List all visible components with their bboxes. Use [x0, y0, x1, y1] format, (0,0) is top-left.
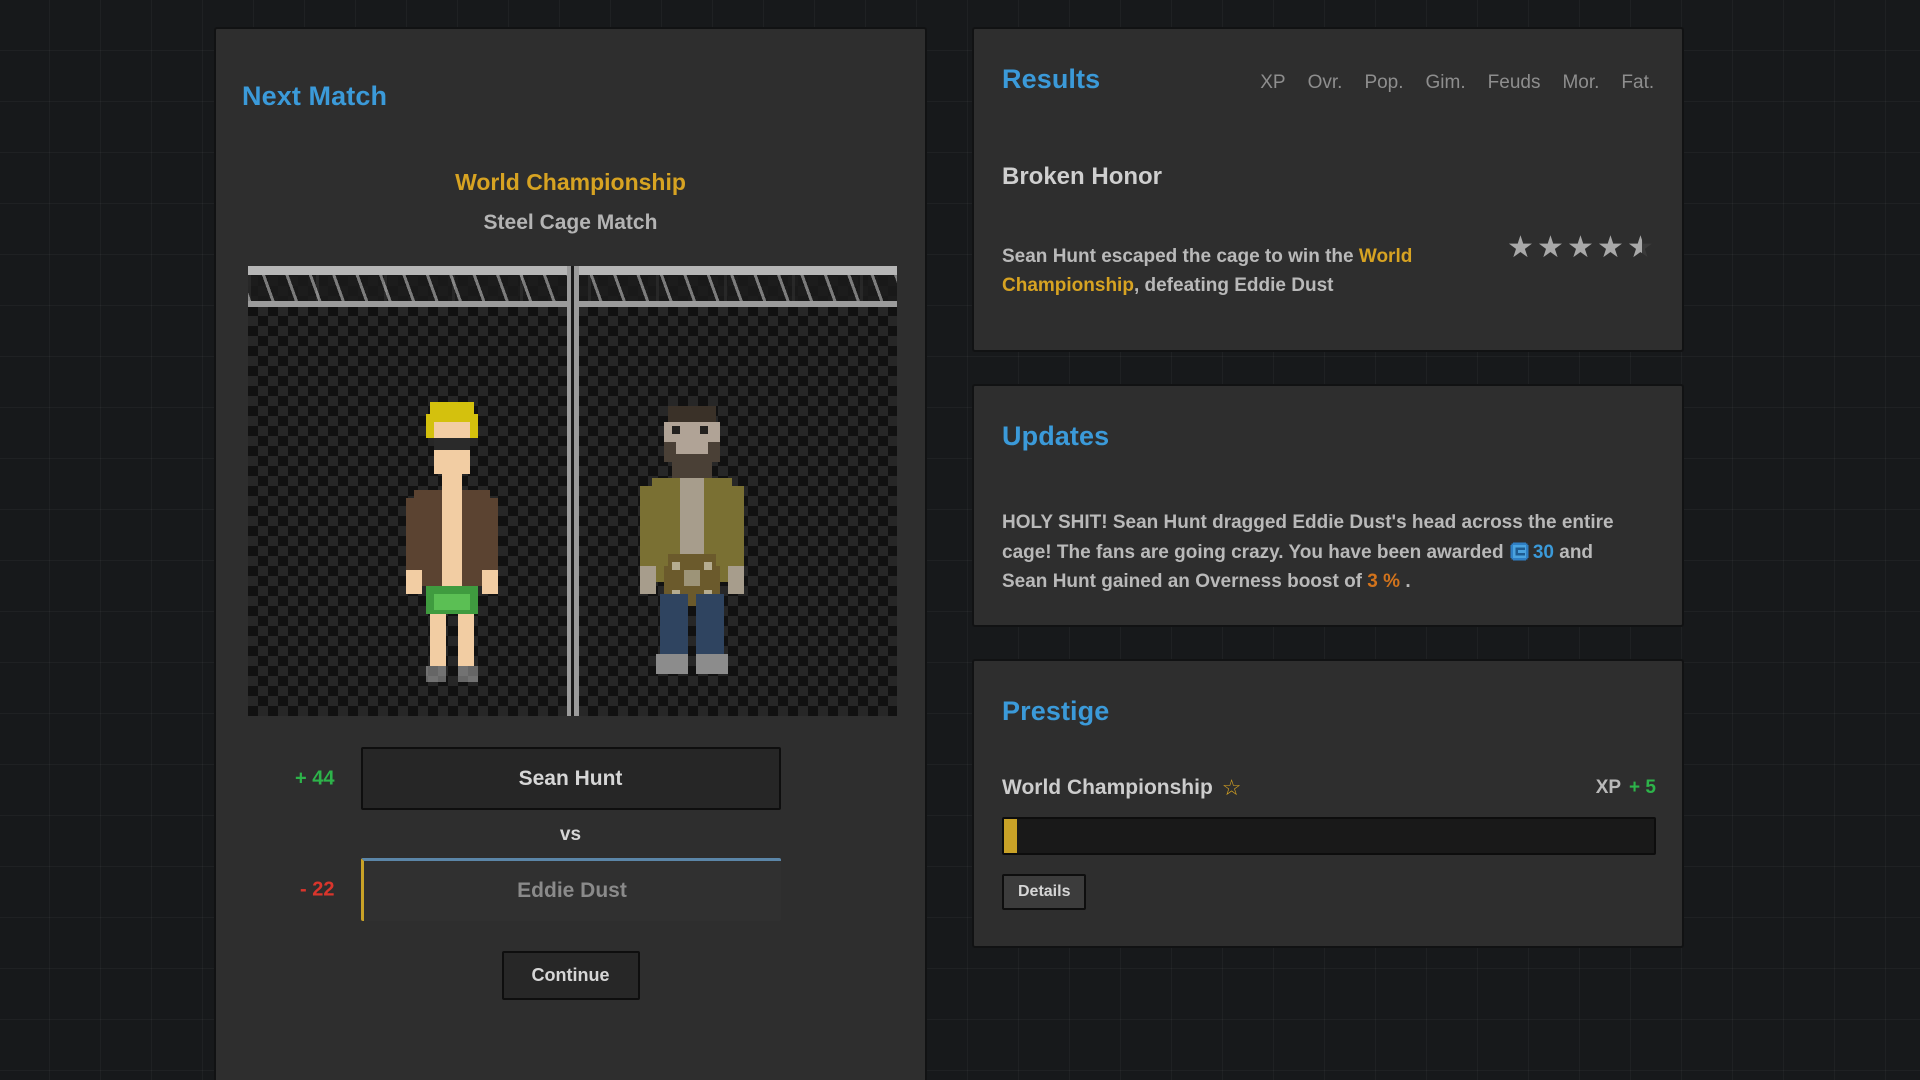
- prestige-xp-gain: + 5: [1629, 777, 1656, 798]
- match-type: Steel Cage Match: [216, 211, 925, 235]
- match-title: World Championship: [216, 169, 925, 196]
- matchup: + 44 Sean Hunt vs - 22 Eddie Dust Contin…: [216, 747, 925, 1000]
- next-match-title: Next Match: [242, 81, 387, 112]
- stat-col-fat: Fat.: [1621, 72, 1654, 94]
- details-button[interactable]: Details: [1002, 874, 1086, 910]
- prestige-item-row: World Championship ☆ XP + 5: [1002, 776, 1656, 800]
- continue-row: Continue: [216, 951, 925, 1000]
- fighter-delta-winner: + 44: [295, 767, 334, 790]
- results-panel: Results XP Ovr. Pop. Gim. Feuds Mor. Fat…: [972, 27, 1684, 352]
- results-stat-columns: XP Ovr. Pop. Gim. Feuds Mor. Fat.: [1260, 72, 1654, 94]
- results-header: Results XP Ovr. Pop. Gim. Feuds Mor. Fat…: [1002, 64, 1658, 95]
- prestige-item-name: World Championship: [1002, 776, 1213, 800]
- coin-amount: 30: [1533, 542, 1554, 563]
- sean-hunt-sprite: [394, 386, 506, 686]
- fighter-row-loser: - 22 Eddie Dust: [361, 858, 781, 921]
- prestige-progress-fill: [1004, 819, 1017, 853]
- rating-star-fill: ★: [1597, 234, 1626, 262]
- updates-text-post: .: [1400, 571, 1411, 592]
- fighter-delta-loser: - 22: [300, 878, 334, 901]
- prestige-panel: Prestige World Championship ☆ XP + 5 Deta…: [972, 659, 1684, 948]
- vs-label: vs: [216, 824, 925, 846]
- cage-center-post: [567, 266, 579, 716]
- updates-title: Updates: [1002, 421, 1109, 452]
- updates-panel: Updates HOLY SHIT! Sean Hunt dragged Edd…: [972, 384, 1684, 627]
- results-summary: Sean Hunt escaped the cage to win the Wo…: [1002, 242, 1422, 301]
- prestige-progress-bar[interactable]: [1002, 817, 1656, 855]
- rating-star-fill: ★: [1537, 234, 1566, 262]
- eddie-dust-sprite: [636, 394, 748, 686]
- updates-header: Updates: [1002, 421, 1658, 452]
- prestige-star-icon: ☆: [1222, 777, 1242, 799]
- results-summary-pre: Sean Hunt escaped the cage to win the: [1002, 246, 1359, 267]
- prestige-header: Prestige: [1002, 696, 1658, 727]
- rating-star-fill: ★: [1507, 234, 1536, 262]
- currency-gem-icon: [1509, 541, 1530, 562]
- stat-col-pop: Pop.: [1364, 72, 1403, 94]
- overness-percent: 3 %: [1367, 571, 1400, 592]
- prestige-xp: XP + 5: [1596, 777, 1656, 799]
- rating-star: ★★: [1537, 234, 1566, 262]
- rating-star: ★★: [1567, 234, 1596, 262]
- next-match-panel: Next Match World Championship Steel Cage…: [214, 27, 927, 1080]
- fighter-button-sean-hunt[interactable]: Sean Hunt: [361, 747, 781, 810]
- prestige-xp-label: XP: [1596, 777, 1621, 798]
- prestige-title: Prestige: [1002, 696, 1109, 727]
- steel-cage-scene: [248, 266, 897, 716]
- fighter-button-eddie-dust[interactable]: Eddie Dust: [361, 858, 781, 921]
- stat-col-mor: Mor.: [1562, 72, 1599, 94]
- rating-star-fill: ★: [1627, 234, 1642, 262]
- rating-star: ★★: [1597, 234, 1626, 262]
- fighter-row-winner: + 44 Sean Hunt: [361, 747, 781, 810]
- rating-star: ★★: [1507, 234, 1536, 262]
- app-stage: Next Match World Championship Steel Cage…: [0, 0, 1920, 1080]
- stat-col-ovr: Ovr.: [1308, 72, 1343, 94]
- stat-col-gim: Gim.: [1426, 72, 1466, 94]
- results-title: Results: [1002, 64, 1100, 95]
- rating-star-fill: ★: [1567, 234, 1596, 262]
- continue-button[interactable]: Continue: [502, 951, 640, 1000]
- results-match-name: Broken Honor: [1002, 163, 1162, 191]
- stat-col-xp: XP: [1260, 72, 1285, 94]
- stat-col-feuds: Feuds: [1488, 72, 1541, 94]
- updates-text: HOLY SHIT! Sean Hunt dragged Eddie Dust'…: [1002, 508, 1642, 597]
- rating-star: ★★: [1627, 234, 1656, 262]
- results-summary-post: , defeating Eddie Dust: [1134, 275, 1334, 296]
- match-rating-stars: ★★★★★★★★★★: [1507, 234, 1656, 262]
